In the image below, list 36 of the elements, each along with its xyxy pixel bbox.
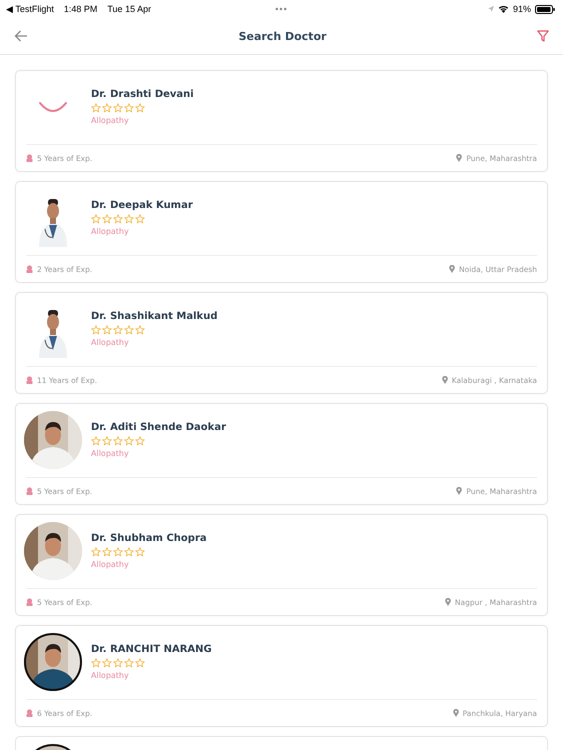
status-date: Tue 15 Apr xyxy=(107,4,152,14)
doctor-specialty: Allopathy xyxy=(91,671,130,680)
doctor-name: Dr. RANCHIT NARANG xyxy=(91,644,212,655)
doctor-name: Dr. Shashikant Malkud xyxy=(91,311,218,322)
doctor-specialty: Allopathy xyxy=(91,449,130,458)
location-icon xyxy=(488,6,494,12)
location-pin-icon xyxy=(456,487,462,495)
battery-percent: 91% xyxy=(512,4,531,14)
back-to-app-link[interactable]: ◀ TestFlight xyxy=(6,4,54,14)
location-pin-icon xyxy=(456,154,462,162)
award-icon xyxy=(26,487,33,495)
doctor-name: Dr. Shubham Chopra xyxy=(91,533,207,544)
status-time: 1:48 PM xyxy=(64,4,98,14)
award-icon xyxy=(26,154,33,162)
back-button[interactable] xyxy=(14,30,28,42)
location-pin-icon xyxy=(449,265,456,273)
battery-icon xyxy=(535,4,555,14)
wifi-icon xyxy=(498,5,509,13)
award-icon xyxy=(26,598,33,606)
location-pin-icon xyxy=(442,376,448,384)
doctor-name: Dr. Deepak Kumar xyxy=(91,200,193,211)
doctor-specialty: Allopathy xyxy=(91,338,130,347)
doctor-specialty: Allopathy xyxy=(91,560,130,569)
award-icon xyxy=(26,709,33,717)
award-icon xyxy=(26,265,33,273)
multitask-dots[interactable]: ••• xyxy=(275,4,288,14)
location-pin-icon xyxy=(444,598,451,606)
page-title: Search Doctor xyxy=(238,30,326,42)
filter-button[interactable] xyxy=(537,30,549,42)
location-pin-icon xyxy=(452,709,459,717)
doctor-specialty: Allopathy xyxy=(91,116,130,125)
doctor-name: Dr. Aditi Shende Daokar xyxy=(91,422,226,433)
doctor-specialty: Allopathy xyxy=(91,227,130,236)
loading-spinner-icon xyxy=(38,101,68,113)
award-icon xyxy=(26,376,33,384)
doctor-name: Dr. Drashti Devani xyxy=(91,89,194,100)
